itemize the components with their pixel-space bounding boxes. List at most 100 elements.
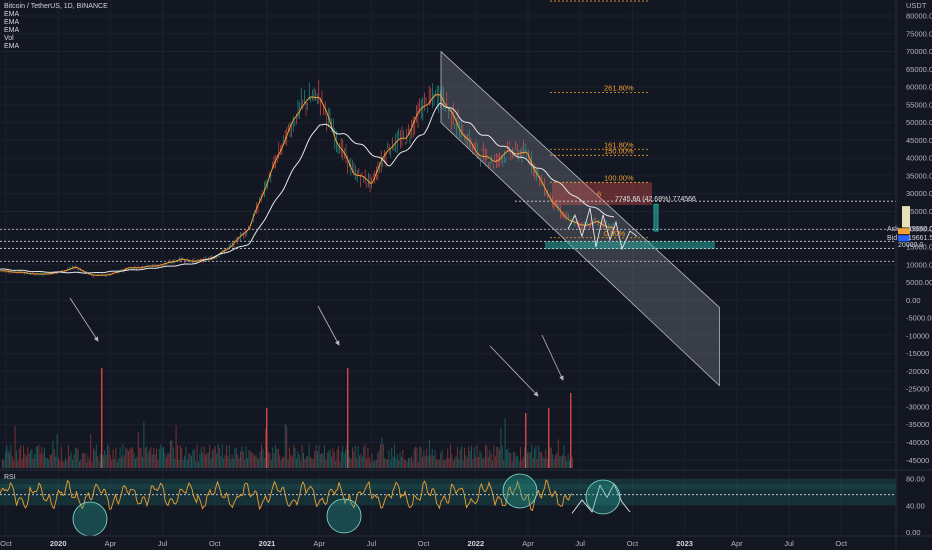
volume-bar	[136, 456, 138, 468]
volume-bar	[67, 444, 69, 468]
indicator-ema-2[interactable]: EMA	[4, 19, 108, 27]
volume-bar	[87, 454, 89, 468]
volume-bar	[66, 460, 68, 468]
indicator-ema-4[interactable]: EMA	[4, 43, 108, 51]
volume-bar	[336, 449, 338, 468]
volume-bar	[564, 456, 566, 468]
price-tick-label: -40000	[906, 438, 929, 447]
volume-bar	[500, 427, 502, 468]
price-tick-label: 65000.00	[906, 65, 932, 74]
fib-level-label: 0.00%	[604, 229, 626, 238]
volume-bar	[164, 452, 166, 468]
volume-bar	[76, 448, 78, 468]
volume-bar	[256, 457, 258, 468]
volume-bar	[445, 458, 447, 468]
price-tick-label: -25000	[906, 385, 929, 394]
volume-spike	[525, 413, 527, 468]
volume-bar	[338, 446, 339, 468]
volume-bar	[527, 452, 528, 468]
volume-bar	[396, 454, 398, 468]
volume-bar	[10, 445, 12, 468]
volume-bar	[160, 444, 162, 468]
volume-bar	[116, 461, 118, 468]
volume-bar	[212, 450, 213, 468]
volume-bar	[419, 446, 421, 468]
volume-bar	[9, 452, 10, 468]
volume-bar	[385, 459, 387, 468]
volume-bar	[413, 448, 415, 468]
volume-bar	[56, 434, 58, 468]
volume-bar	[65, 458, 66, 468]
volume-bar	[559, 456, 561, 468]
volume-bar	[276, 449, 278, 468]
volume-bar	[63, 461, 65, 468]
volume-bar	[343, 453, 345, 468]
volume-bar	[111, 460, 113, 468]
volume-bar	[503, 460, 505, 468]
volume-bar	[534, 448, 535, 468]
chart-canvas[interactable]: 423.60%261.80%161.80%150.00%100.00%0.00%…	[0, 0, 932, 550]
volume-bar	[485, 444, 486, 468]
volume-bar	[475, 456, 477, 468]
price-tick-label: -30000	[906, 402, 929, 411]
volume-bar	[310, 457, 311, 468]
volume-bar	[304, 459, 306, 468]
volume-bar	[128, 451, 129, 468]
volume-bar	[492, 460, 493, 468]
volume-bar	[135, 458, 136, 468]
volume-bar	[193, 448, 195, 468]
volume-bar	[452, 461, 454, 468]
volume-bar	[490, 453, 492, 468]
volume-bar	[205, 454, 206, 468]
volume-bar	[480, 453, 482, 468]
volume-bar	[373, 461, 374, 468]
volume-bar	[31, 448, 33, 468]
volume-bar	[342, 445, 344, 468]
volume-bar	[424, 456, 426, 468]
volume-bar	[282, 457, 283, 468]
time-tick-label: Oct	[418, 539, 431, 548]
volume-bar	[114, 458, 115, 468]
volume-bar	[436, 459, 437, 468]
volume-bar	[545, 449, 547, 468]
volume-bar	[244, 459, 246, 468]
volume-bar	[165, 457, 167, 468]
volume-bar	[455, 456, 457, 468]
volume-bar	[549, 447, 551, 468]
volume-bar	[226, 444, 227, 468]
volume-bar	[388, 450, 390, 468]
rsi-tick-label: 80.00	[906, 475, 925, 484]
volume-bar	[196, 444, 198, 468]
volume-bar	[115, 447, 117, 468]
time-tick-label: 2023	[676, 539, 693, 548]
volume-bar	[23, 445, 24, 468]
volume-bar	[328, 451, 330, 468]
volume-bar	[207, 452, 209, 468]
volume-bar	[3, 460, 5, 468]
indicator-vol[interactable]: Vol	[4, 35, 108, 43]
volume-bar	[552, 454, 554, 468]
symbol-title[interactable]: Bitcoin / TetherUS, 1D, BINANCE	[4, 3, 108, 11]
volume-bar	[21, 458, 23, 468]
volume-bar	[496, 446, 498, 468]
rsi-highlight-circle	[585, 479, 621, 515]
volume-bar	[77, 449, 79, 468]
volume-bar	[381, 437, 383, 468]
volume-bar	[412, 461, 414, 468]
volume-bar	[13, 460, 15, 468]
volume-bar	[261, 444, 262, 468]
volume-bar	[300, 461, 302, 468]
volume-bar	[234, 447, 236, 468]
volume-bar	[301, 444, 303, 468]
side-price-label: 19660.0	[908, 226, 932, 233]
indicator-ema-1[interactable]: EMA	[4, 11, 108, 19]
volume-bar	[513, 451, 514, 468]
volume-bar	[466, 457, 468, 468]
indicator-ema-3[interactable]: EMA	[4, 27, 108, 35]
bid-label: Bid	[887, 235, 897, 242]
volume-bar	[403, 459, 405, 468]
volume-bar	[178, 460, 180, 468]
volume-bar	[119, 446, 121, 468]
volume-bar	[387, 459, 388, 468]
volume-bar	[216, 453, 218, 468]
